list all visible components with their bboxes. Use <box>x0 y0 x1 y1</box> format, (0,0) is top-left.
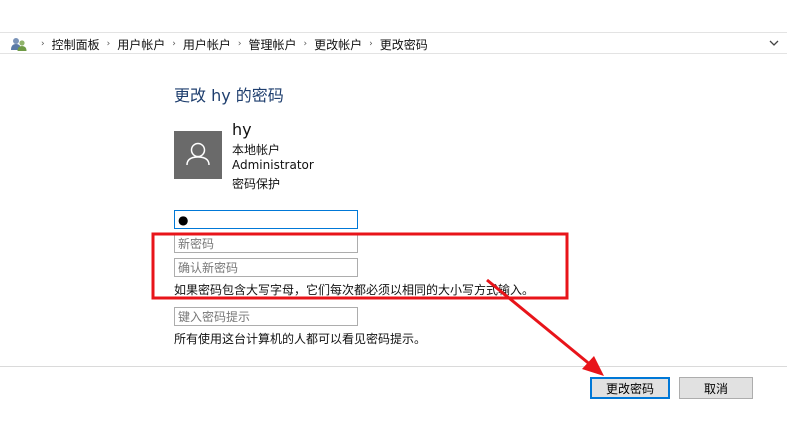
password-hint-note: 所有使用这台计算机的人都可以看见密码提示。 <box>174 332 427 346</box>
account-name: hy <box>232 120 252 139</box>
new-password-field[interactable] <box>174 234 358 253</box>
account-type: 本地帐户 <box>232 143 281 157</box>
annotation-overlay <box>151 232 604 376</box>
avatar <box>174 131 222 179</box>
breadcrumb-separator: › <box>106 39 111 49</box>
breadcrumb: › 控制面板 › 用户帐户 › 用户帐户 › 管理帐户 › 更改帐户 › 更改密码 <box>34 33 428 55</box>
footer-divider <box>0 366 787 367</box>
breadcrumb-separator: › <box>303 39 308 49</box>
breadcrumb-separator: › <box>41 39 45 49</box>
page-title: 更改 hy 的密码 <box>174 86 284 105</box>
cancel-button[interactable]: 取消 <box>679 377 753 399</box>
password-hint-field[interactable] <box>174 307 358 326</box>
breadcrumb-separator: › <box>172 39 176 49</box>
address-bar[interactable]: › 控制面板 › 用户帐户 › 用户帐户 › 管理帐户 › 更改帐户 › 更改密码 <box>0 32 787 54</box>
change-password-button[interactable]: 更改密码 <box>590 377 670 399</box>
breadcrumb-item[interactable]: 更改密码 <box>380 36 428 53</box>
account-protection: 密码保护 <box>232 177 281 191</box>
breadcrumb-item[interactable]: 控制面板 <box>52 36 100 53</box>
confirm-password-field[interactable] <box>174 258 358 277</box>
breadcrumb-item[interactable]: 用户帐户 <box>117 36 165 53</box>
current-password-field[interactable] <box>174 210 358 229</box>
breadcrumb-separator: › <box>369 39 373 49</box>
chevron-down-icon[interactable] <box>767 36 781 50</box>
case-sensitivity-hint: 如果密码包含大写字母，它们每次都必须以相同的大小写方式输入。 <box>174 283 535 297</box>
breadcrumb-item[interactable]: 更改帐户 <box>314 36 362 53</box>
breadcrumb-item[interactable]: 用户帐户 <box>183 36 231 53</box>
breadcrumb-item[interactable]: 管理帐户 <box>248 36 296 53</box>
user-icon <box>186 142 210 166</box>
account-role: Administrator <box>232 158 314 172</box>
control-panel-users-icon <box>11 38 27 51</box>
breadcrumb-separator: › <box>237 39 242 49</box>
